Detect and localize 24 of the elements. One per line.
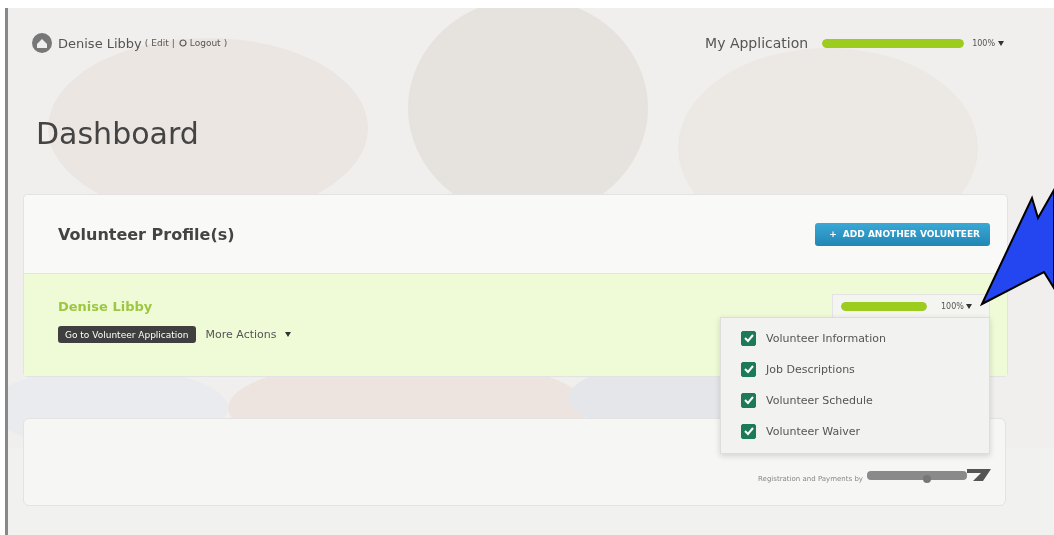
menu-item[interactable]: Job Descriptions bbox=[766, 363, 855, 376]
menu-item[interactable]: Volunteer Schedule bbox=[766, 394, 873, 407]
separator: | bbox=[171, 38, 175, 48]
bracket: ) bbox=[223, 38, 228, 48]
page-title: Dashboard bbox=[36, 116, 200, 153]
power-icon bbox=[178, 39, 187, 47]
caret-icon bbox=[965, 304, 972, 309]
edit-link[interactable]: Edit bbox=[151, 38, 169, 48]
bracket: ( bbox=[144, 38, 149, 48]
application-label: My Application bbox=[705, 35, 809, 51]
avatar-icon bbox=[32, 33, 52, 53]
volunteer-name: Denise Libby bbox=[58, 299, 154, 314]
caret-icon bbox=[998, 40, 1004, 46]
progress-reading: 100% bbox=[972, 38, 995, 48]
progress-dropdown[interactable]: 100% bbox=[832, 294, 990, 318]
application-button[interactable]: Go to Volunteer Application bbox=[58, 326, 196, 343]
more-actions-button[interactable]: More Actions bbox=[205, 328, 291, 341]
caret-icon bbox=[284, 332, 291, 337]
logout-link[interactable]: Logout bbox=[189, 38, 221, 48]
card-title: Volunteer Profile(s) bbox=[58, 224, 235, 244]
user-name: Denise Libby bbox=[58, 35, 142, 51]
logo-icon bbox=[867, 467, 991, 483]
menu-item[interactable]: Volunteer Waiver bbox=[766, 425, 861, 438]
menu-item[interactable]: Volunteer Information bbox=[766, 332, 886, 345]
